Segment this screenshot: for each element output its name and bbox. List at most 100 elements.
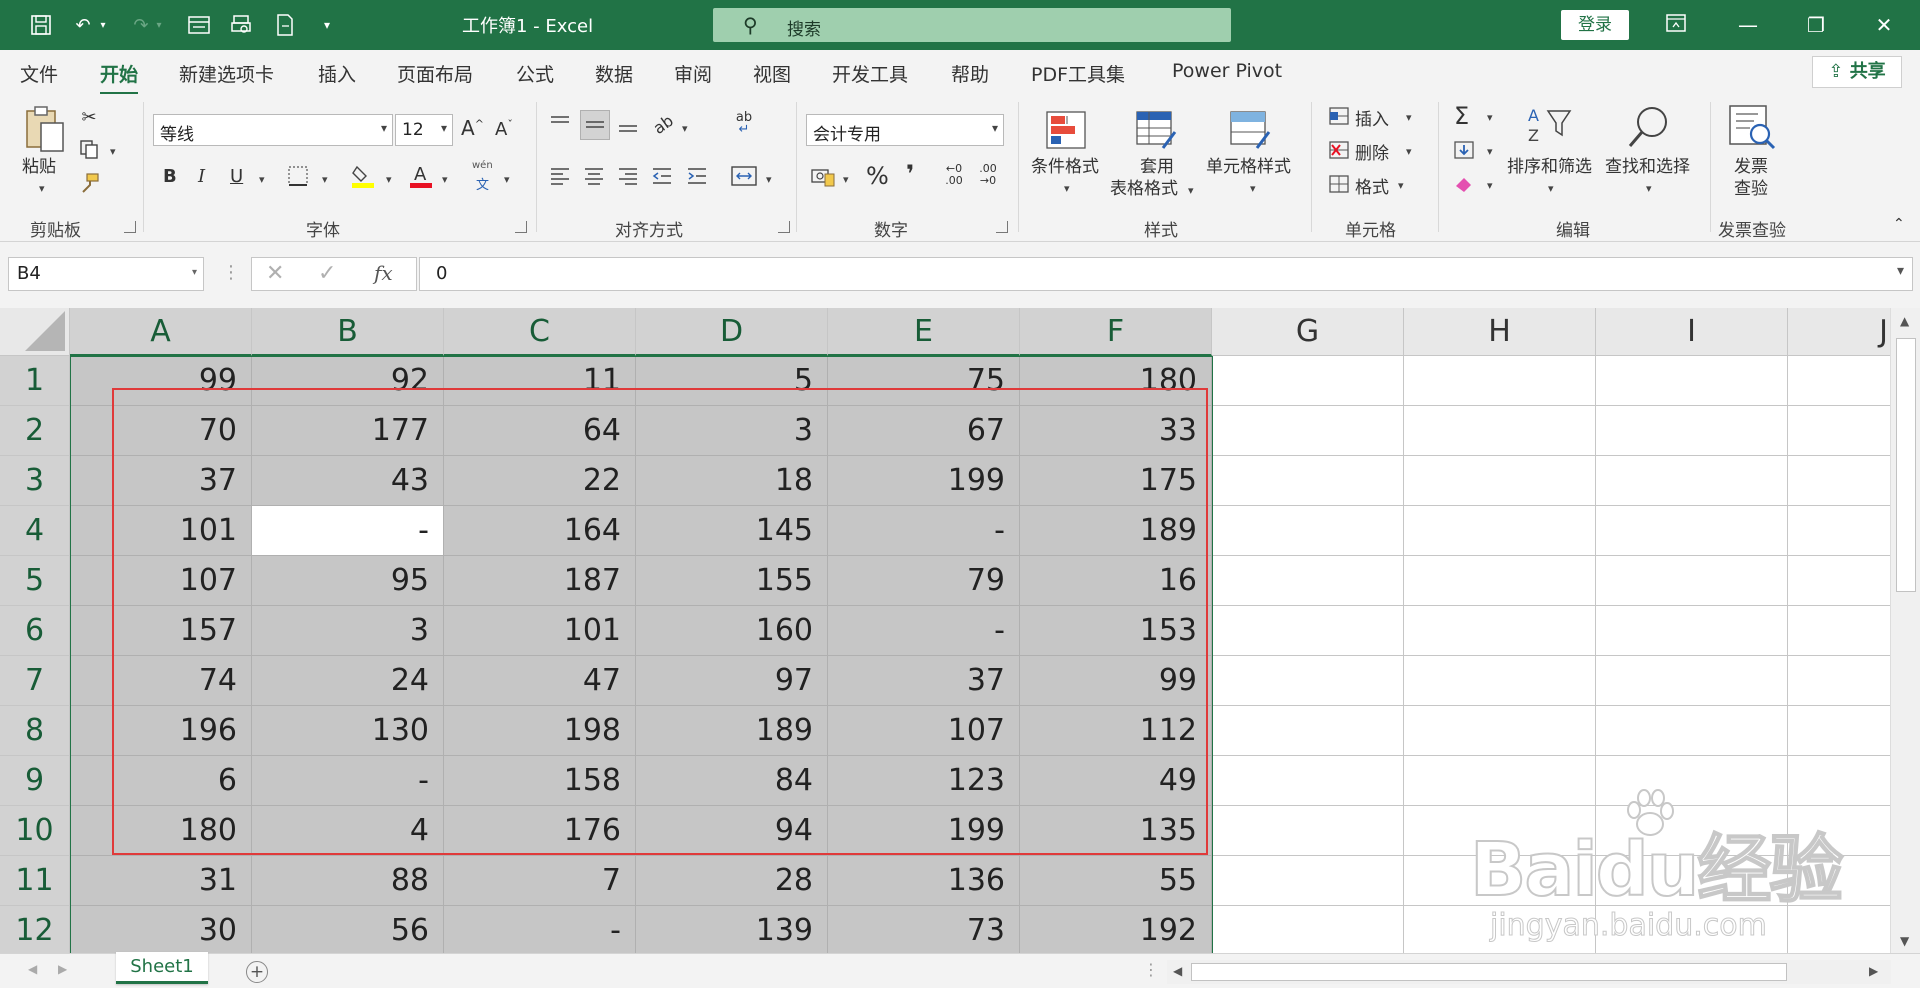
- alignment-launcher-icon[interactable]: [778, 221, 790, 233]
- cell-styles-label[interactable]: 单元格样式: [1206, 156, 1291, 178]
- cell-b4[interactable]: -: [252, 506, 444, 556]
- cell-i11[interactable]: [1596, 856, 1788, 906]
- cell-g2[interactable]: [1212, 406, 1404, 456]
- orientation-dropdown-icon[interactable]: ▾: [682, 122, 688, 135]
- format-dropdown-icon[interactable]: ▾: [1398, 179, 1404, 192]
- cell-f3[interactable]: 175: [1020, 456, 1212, 506]
- copy-icon[interactable]: [78, 138, 100, 160]
- cell-g9[interactable]: [1212, 756, 1404, 806]
- cell-h8[interactable]: [1404, 706, 1596, 756]
- format-as-table-label-1[interactable]: 套用: [1140, 156, 1174, 178]
- delete-cells-icon[interactable]: [1327, 138, 1351, 162]
- merge-dropdown-icon[interactable]: ▾: [766, 173, 772, 186]
- cell-g1[interactable]: [1212, 356, 1404, 406]
- decrease-font-size-icon[interactable]: Aˇ: [495, 118, 513, 140]
- scroll-left-icon[interactable]: ◀: [1173, 964, 1182, 978]
- paste-icon[interactable]: [22, 104, 68, 154]
- redo-dropdown-icon[interactable]: ▾: [152, 12, 166, 38]
- invoice-check-label-2[interactable]: 查验: [1734, 178, 1768, 200]
- accounting-dropdown-icon[interactable]: ▾: [843, 173, 849, 186]
- formula-input[interactable]: 0 ▾: [419, 257, 1913, 291]
- cell-i3[interactable]: [1596, 456, 1788, 506]
- tab-help[interactable]: 帮助: [951, 60, 989, 87]
- find-dropdown-icon[interactable]: ▾: [1646, 182, 1652, 195]
- format-cells-icon[interactable]: [1327, 172, 1351, 196]
- italic-button[interactable]: I: [198, 166, 205, 187]
- cell-a8[interactable]: 196: [70, 706, 252, 756]
- cell-i12[interactable]: [1596, 906, 1788, 953]
- cell-f9[interactable]: 49: [1020, 756, 1212, 806]
- cell-e3[interactable]: 199: [828, 456, 1020, 506]
- row-header-6[interactable]: 6: [0, 606, 70, 656]
- tab-pdf-tools[interactable]: PDF工具集: [1031, 60, 1125, 87]
- cell-b6[interactable]: 3: [252, 606, 444, 656]
- delete-dropdown-icon[interactable]: ▾: [1406, 145, 1412, 158]
- cell-j5[interactable]: [1788, 556, 1890, 606]
- font-color-dropdown-icon[interactable]: ▾: [442, 173, 448, 186]
- name-box[interactable]: B4 ▾: [8, 257, 204, 291]
- merge-center-icon[interactable]: [730, 162, 758, 190]
- cell-e9[interactable]: 123: [828, 756, 1020, 806]
- restore-icon[interactable]: ❐: [1796, 10, 1836, 40]
- cell-i4[interactable]: [1596, 506, 1788, 556]
- tab-file[interactable]: 文件: [20, 60, 58, 87]
- cell-c2[interactable]: 64: [444, 406, 636, 456]
- orientation-icon[interactable]: ab: [645, 107, 680, 142]
- cell-e1[interactable]: 75: [828, 356, 1020, 406]
- print-preview-icon[interactable]: [228, 12, 254, 38]
- cell-i7[interactable]: [1596, 656, 1788, 706]
- underline-button[interactable]: U: [230, 166, 243, 187]
- cell-j2[interactable]: [1788, 406, 1890, 456]
- cell-g5[interactable]: [1212, 556, 1404, 606]
- font-size-select[interactable]: 12 ▾: [395, 114, 453, 146]
- delete-cells-label[interactable]: 删除: [1355, 139, 1389, 164]
- align-top-icon[interactable]: [548, 112, 572, 136]
- cell-b12[interactable]: 56: [252, 906, 444, 953]
- align-bottom-icon[interactable]: [616, 112, 640, 136]
- undo-dropdown-icon[interactable]: ▾: [96, 12, 110, 38]
- cell-g6[interactable]: [1212, 606, 1404, 656]
- cell-c5[interactable]: 187: [444, 556, 636, 606]
- undo-icon[interactable]: ↶: [70, 12, 96, 38]
- row-header-10[interactable]: 10: [0, 806, 70, 856]
- column-header-a[interactable]: A: [70, 308, 252, 356]
- cell-d10[interactable]: 94: [636, 806, 828, 856]
- cell-j11[interactable]: [1788, 856, 1890, 906]
- cell-f5[interactable]: 16: [1020, 556, 1212, 606]
- cell-a9[interactable]: 6: [70, 756, 252, 806]
- cell-a12[interactable]: 30: [70, 906, 252, 953]
- cell-styles-dropdown-icon[interactable]: ▾: [1250, 182, 1256, 195]
- decrease-indent-icon[interactable]: [650, 164, 674, 188]
- conditional-formatting-icon[interactable]: [1044, 108, 1088, 152]
- cell-e6[interactable]: -: [828, 606, 1020, 656]
- next-sheet-icon[interactable]: ▶: [58, 962, 67, 976]
- cell-f7[interactable]: 99: [1020, 656, 1212, 706]
- cell-c9[interactable]: 158: [444, 756, 636, 806]
- tab-review[interactable]: 审阅: [674, 60, 712, 87]
- tab-new-tab[interactable]: 新建选项卡: [179, 60, 274, 87]
- column-header-d[interactable]: D: [636, 308, 828, 356]
- fill-icon[interactable]: [1452, 138, 1476, 162]
- conditional-formatting-label[interactable]: 条件格式: [1031, 156, 1099, 178]
- wrap-text-icon[interactable]: ab ↵: [730, 110, 758, 138]
- row-header-8[interactable]: 8: [0, 706, 70, 756]
- find-select-icon[interactable]: [1626, 104, 1672, 150]
- save-icon[interactable]: [28, 12, 54, 38]
- horizontal-scroll-thumb[interactable]: [1191, 963, 1787, 981]
- cell-i5[interactable]: [1596, 556, 1788, 606]
- cell-g7[interactable]: [1212, 656, 1404, 706]
- minimize-icon[interactable]: —: [1728, 10, 1768, 40]
- cell-j7[interactable]: [1788, 656, 1890, 706]
- tab-formulas[interactable]: 公式: [516, 60, 554, 87]
- enter-icon[interactable]: ✓: [318, 261, 336, 286]
- underline-dropdown-icon[interactable]: ▾: [259, 173, 265, 186]
- cell-g10[interactable]: [1212, 806, 1404, 856]
- cell-j4[interactable]: [1788, 506, 1890, 556]
- comma-style-button[interactable]: ❜: [906, 160, 914, 188]
- row-header-4[interactable]: 4: [0, 506, 70, 556]
- phonetic-bottom[interactable]: 文: [476, 174, 489, 193]
- cell-h9[interactable]: [1404, 756, 1596, 806]
- format-cells-label[interactable]: 格式: [1355, 173, 1389, 198]
- cell-i10[interactable]: [1596, 806, 1788, 856]
- insert-cells-label[interactable]: 插入: [1355, 105, 1389, 130]
